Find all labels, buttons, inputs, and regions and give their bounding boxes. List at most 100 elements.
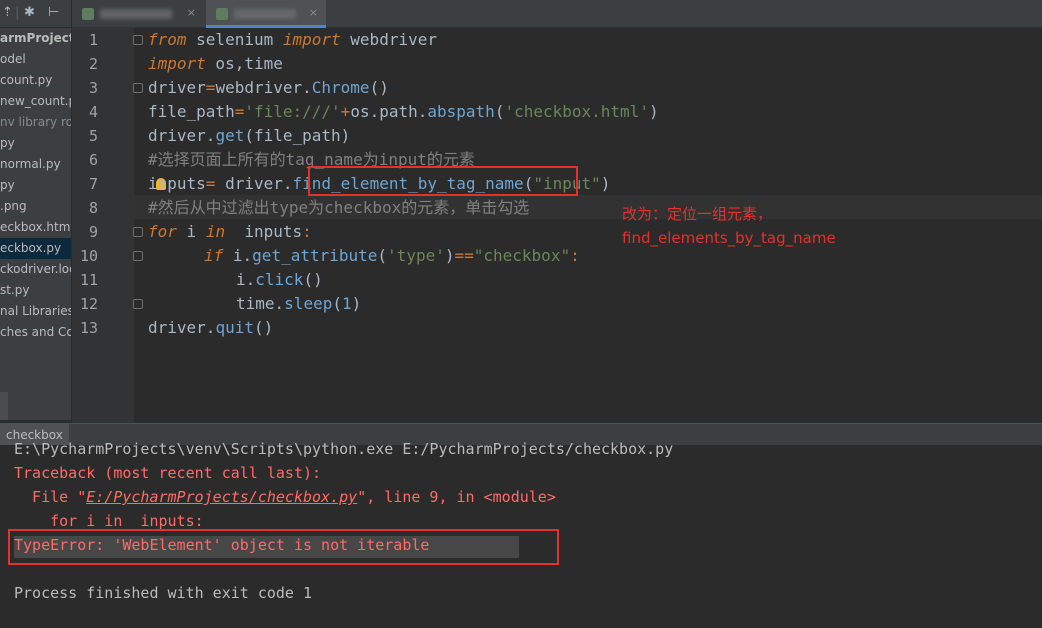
- keyword: if: [204, 246, 224, 265]
- file-suffix: ", line 9, in <module>: [357, 488, 556, 506]
- tree-item[interactable]: odel: [0, 49, 26, 70]
- line-number: 2: [88, 55, 98, 73]
- code-line-5[interactable]: driver.get(file_path): [148, 124, 350, 148]
- method-name: abspath: [427, 102, 495, 121]
- code-text: webdriver.: [215, 78, 312, 97]
- console-file-line: File "E:/PycharmProjects/checkbox.py", l…: [14, 485, 556, 509]
- code-text: file_path: [148, 102, 235, 121]
- console-traceback: Traceback (most recent call last):: [14, 464, 322, 482]
- tree-item[interactable]: py: [0, 133, 15, 154]
- code-text: time.: [236, 294, 285, 313]
- editor-tab-1[interactable]: ×: [72, 0, 204, 28]
- operator: =: [205, 174, 216, 193]
- method-name: get_attribute: [252, 246, 378, 265]
- code-text: i: [176, 222, 206, 241]
- keyword: from: [148, 30, 187, 49]
- tree-item[interactable]: nv library ro: [0, 112, 71, 133]
- method-name: quit: [215, 318, 254, 337]
- close-icon[interactable]: ×: [187, 6, 196, 19]
- line-number: 9: [88, 223, 98, 241]
- code-text: driver.: [148, 318, 216, 337]
- tab-label-blurred: [234, 9, 296, 19]
- line-number: 13: [79, 319, 98, 337]
- python-file-icon: [82, 8, 94, 20]
- line-number: 12: [79, 295, 98, 313]
- code-line-12[interactable]: time.sleep(1): [236, 292, 361, 316]
- fold-marker-icon[interactable]: [133, 227, 143, 237]
- method-name: click: [255, 270, 304, 289]
- file-link[interactable]: E:/PycharmProjects/checkbox.py: [86, 488, 357, 506]
- code-line-11[interactable]: i.click(): [236, 268, 323, 292]
- keyword: import: [282, 30, 341, 49]
- line-number: 8: [88, 199, 98, 217]
- code-text: (): [253, 318, 274, 337]
- method-name: Chrome: [311, 78, 370, 97]
- gear-icon[interactable]: ✱: [24, 5, 35, 20]
- keyword: import: [148, 54, 206, 73]
- tree-item[interactable]: eckbox.html: [0, 217, 71, 238]
- tree-item[interactable]: py: [0, 175, 15, 196]
- tree-item[interactable]: ckodriver.log: [0, 259, 71, 280]
- code-text: ): [351, 294, 362, 313]
- line-number: 7: [88, 175, 98, 193]
- code-text: inputs: [225, 222, 303, 241]
- code-text: driver.: [148, 126, 216, 145]
- close-icon[interactable]: ×: [309, 6, 318, 19]
- console-exit-status: Process finished with exit code 1: [14, 584, 313, 602]
- tree-item[interactable]: armProjects: [0, 28, 71, 49]
- line-number: 11: [79, 271, 98, 289]
- tree-item[interactable]: new_count.p: [0, 91, 71, 112]
- hide-panel-icon[interactable]: ⊢: [48, 5, 59, 20]
- tree-item[interactable]: normal.py: [0, 154, 61, 175]
- string: 'checkbox.html': [504, 102, 649, 121]
- code-line-1[interactable]: from selenium import webdriver: [148, 28, 437, 52]
- code-text: i.: [236, 270, 256, 289]
- code-line-2[interactable]: import os,time: [148, 52, 283, 76]
- annotation-note: 改为：定位一组元素， find_elements_by_tag_name: [622, 205, 836, 247]
- tree-item[interactable]: st.py: [0, 280, 30, 301]
- code-line-10[interactable]: if i.get_attribute('type')=="checkbox":: [204, 244, 580, 268]
- fold-marker-icon[interactable]: [133, 83, 143, 93]
- code-text: ): [600, 174, 611, 193]
- line-number: 3: [88, 79, 98, 97]
- code-text: os.path.: [350, 102, 428, 121]
- editor-tab-2-active[interactable]: ×: [206, 0, 326, 28]
- tree-item[interactable]: nal Libraries: [0, 301, 71, 322]
- collapse-icon[interactable]: ⇡: [2, 5, 13, 20]
- code-editor[interactable]: 1 2 3 4 5 6 7 8 9 10 11 12 13 from selenium import w…: [72, 28, 1042, 423]
- tree-item[interactable]: eckbox.py: [0, 238, 71, 259]
- fold-marker-icon[interactable]: [133, 251, 143, 261]
- console-command-line: E:\PycharmProjects\venv\Scripts\python.e…: [14, 440, 674, 458]
- fold-marker-icon[interactable]: [133, 299, 143, 309]
- tree-item[interactable]: .png: [0, 196, 27, 217]
- operator: =: [234, 102, 245, 121]
- code-line-3[interactable]: driver=webdriver.Chrome(): [148, 76, 389, 100]
- file-prefix: File ": [14, 488, 87, 506]
- code-text: (): [369, 78, 389, 97]
- code-text: (: [332, 294, 342, 313]
- code-line-13[interactable]: driver.quit(): [148, 316, 273, 340]
- tree-item[interactable]: ches and Cor: [0, 322, 71, 343]
- number: 1: [341, 294, 352, 313]
- keyword: in: [205, 222, 226, 241]
- tree-item[interactable]: count.py: [0, 70, 52, 91]
- sidebar-scrollbar[interactable]: [0, 392, 8, 420]
- line-number: 5: [88, 127, 98, 145]
- line-number: 4: [88, 103, 98, 121]
- code-line-9[interactable]: for i in inputs:: [148, 220, 312, 244]
- method-name: get: [215, 126, 245, 145]
- code-text: selenium: [186, 30, 283, 49]
- fold-marker-icon[interactable]: [133, 35, 143, 45]
- operator: +: [340, 102, 351, 121]
- operator: =: [205, 78, 216, 97]
- method-name: sleep: [284, 294, 333, 313]
- operator: :: [570, 246, 580, 265]
- run-console[interactable]: E:\PycharmProjects\venv\Scripts\python.e…: [0, 440, 1042, 628]
- code-text: (): [303, 270, 323, 289]
- code-line-4[interactable]: file_path='file:///'+os.path.abspath('ch…: [148, 100, 659, 124]
- keyword: for: [148, 222, 177, 241]
- editor-tab-bar: × ×: [72, 0, 1042, 28]
- sidebar-toolbar: ⇡ | ✱ ⊢: [0, 0, 71, 28]
- code-line-8-comment[interactable]: #然后从中过滤出type为checkbox的元素，单击勾选: [148, 196, 529, 220]
- code-text: (: [377, 246, 388, 265]
